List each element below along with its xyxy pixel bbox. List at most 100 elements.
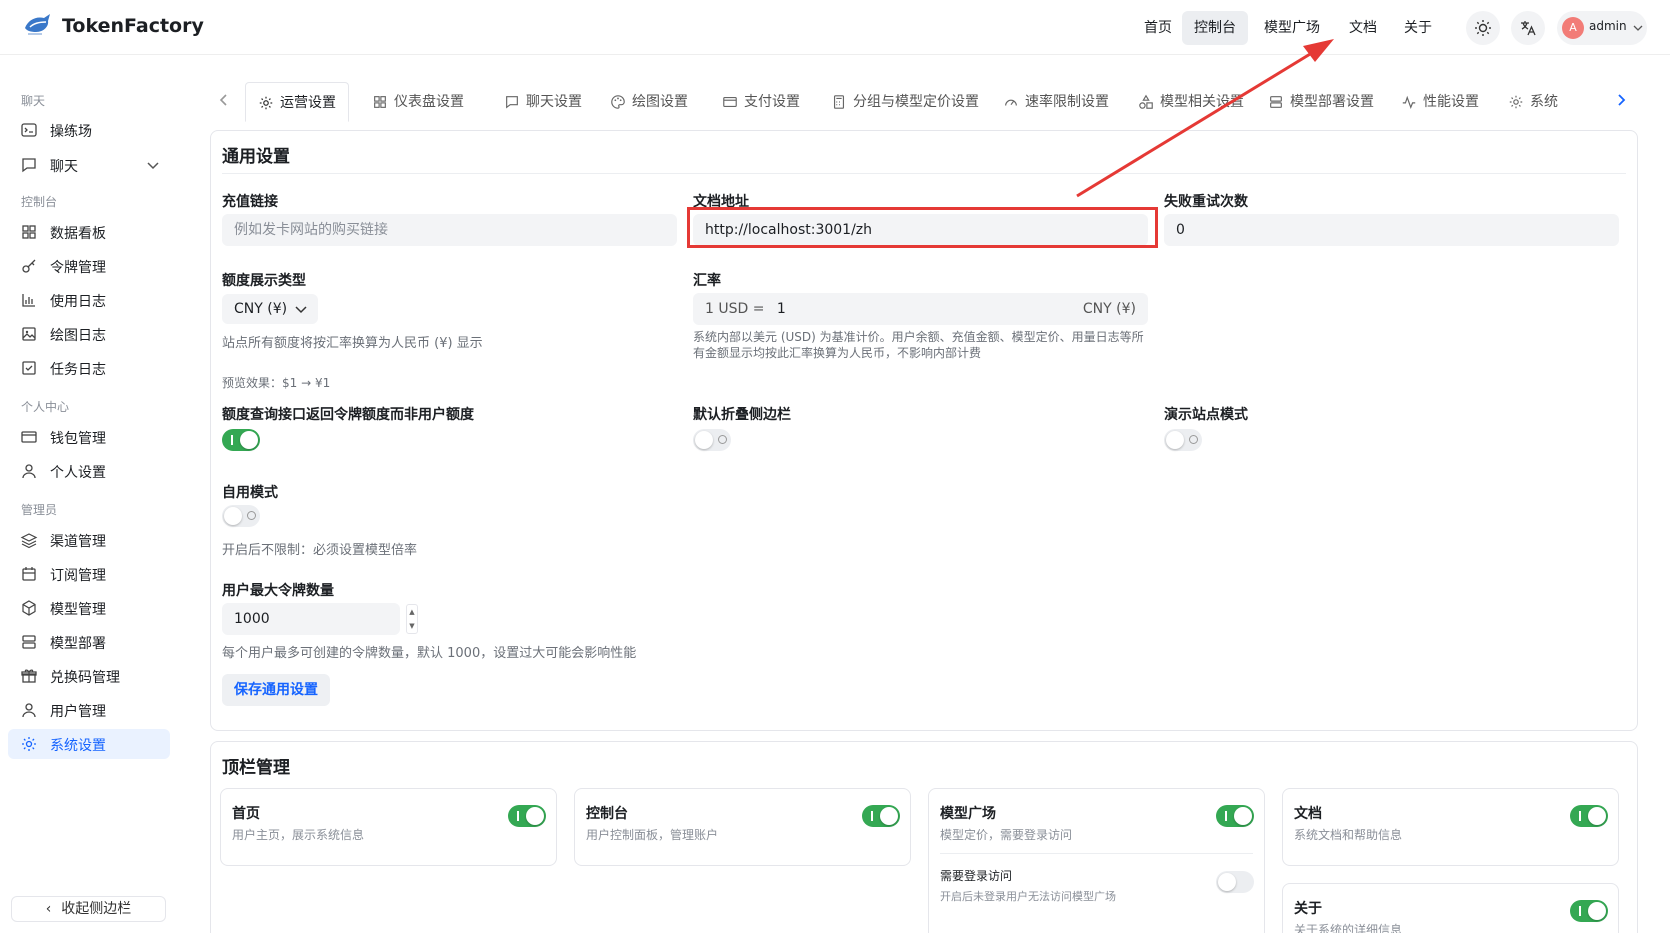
max-tokens-hint: 每个用户最多可创建的令牌数量，默认 1000，设置过大可能会影响性能: [222, 646, 637, 661]
save-general-settings-button[interactable]: 保存通用设置: [222, 674, 330, 706]
tab-operation-settings[interactable]: 运营设置: [245, 82, 349, 122]
collapse-sidebar-switch[interactable]: [693, 429, 731, 451]
module-card-about: 关于 关于系统的详细信息: [1282, 883, 1619, 933]
topnav-console[interactable]: 控制台: [1182, 11, 1248, 45]
tab-model-settings[interactable]: 模型相关设置: [1126, 82, 1244, 122]
sidebar-item-drawing-logs[interactable]: 绘图日志: [8, 319, 170, 349]
sidebar-item-tokens[interactable]: 令牌管理: [8, 251, 170, 281]
module-switch-docs[interactable]: [1570, 805, 1608, 827]
sidebar-item-system-settings[interactable]: 系统设置: [8, 729, 170, 759]
sidebar-item-usage-logs[interactable]: 使用日志: [8, 285, 170, 315]
sidebar-item-task-logs[interactable]: 任务日志: [8, 353, 170, 383]
gauge-icon: [1005, 99, 1017, 106]
module-switch-home[interactable]: [508, 805, 546, 827]
self-use-mode-hint: 开启后不限制：必须设置模型倍率: [222, 543, 418, 558]
settings-tabbar: 运营设置 仪表盘设置 聊天设置 绘图设置 支付设置 分组与模型定价设置 速率限制…: [210, 80, 1640, 124]
tab-chat-settings[interactable]: 聊天设置: [492, 82, 582, 122]
exchange-rate-input[interactable]: 1 USD = 1 CNY (¥): [693, 293, 1148, 325]
tab-scroll-left-icon[interactable]: [218, 90, 230, 110]
collapse-sidebar-button[interactable]: ‹ 收起侧边栏: [11, 896, 166, 922]
sidebar-item-label: 钱包管理: [50, 431, 106, 447]
module-switch-console[interactable]: [862, 805, 900, 827]
user-menu[interactable]: A admin: [1557, 11, 1647, 45]
module-switch-model-plaza[interactable]: [1216, 805, 1254, 827]
tab-label: 支付设置: [744, 94, 800, 110]
sidebar-group-personal: 个人中心: [21, 400, 70, 414]
switch-knob: [224, 507, 242, 525]
module-switch-about[interactable]: [1570, 900, 1608, 922]
language-button[interactable]: [1511, 11, 1545, 45]
tab-dashboard-settings[interactable]: 仪表盘设置: [360, 82, 464, 122]
tab-rate-limit-settings[interactable]: 速率限制设置: [991, 82, 1109, 122]
quota-display-hint: 站点所有额度将按汇率换算为人民币 (¥) 显示: [222, 336, 483, 351]
quota-display-select[interactable]: CNY (¥): [222, 294, 318, 324]
module-desc: 关于系统的详细信息: [1294, 923, 1403, 933]
theme-toggle-button[interactable]: [1466, 11, 1500, 45]
quota-preview: 预览效果：$1 → ¥1: [222, 376, 331, 390]
tab-label: 分组与模型定价设置: [853, 94, 979, 110]
sidebar-item-label: 聊天: [50, 159, 78, 175]
sidebar-item-label: 使用日志: [50, 294, 106, 310]
sidebar-item-label: 订阅管理: [50, 568, 106, 584]
sidebar-item-wallet[interactable]: 钱包管理: [8, 422, 170, 452]
switch-tick: [871, 811, 873, 821]
shapes-icon: [1139, 94, 1153, 109]
topnav-about[interactable]: 关于: [1392, 11, 1444, 45]
sidebar-item-label: 兑换码管理: [50, 670, 120, 686]
sidebar-item-model-deploy[interactable]: 模型部署: [8, 627, 170, 657]
sidebar-item-models[interactable]: 模型管理: [8, 593, 170, 623]
playground-icon: [21, 123, 37, 137]
self-use-mode-label: 自用模式: [222, 485, 278, 501]
switch-knob: [1588, 807, 1606, 825]
sidebar-item-subscriptions[interactable]: 订阅管理: [8, 559, 170, 589]
card-icon: [723, 96, 737, 108]
sidebar-item-redeem-codes[interactable]: 兑换码管理: [8, 661, 170, 691]
tab-group-pricing-settings[interactable]: 分组与模型定价设置: [819, 82, 979, 122]
chevron-down-icon: [295, 306, 307, 314]
logo-icon: [25, 14, 50, 35]
sidebar-item-label: 数据看板: [50, 226, 106, 242]
sidebar-item-channels[interactable]: 渠道管理: [8, 525, 170, 555]
chat-icon: [506, 96, 518, 109]
card-title: 顶栏管理: [222, 758, 290, 778]
sidebar-item-dashboard[interactable]: 数据看板: [8, 217, 170, 247]
app-brand[interactable]: TokenFactory: [62, 15, 204, 37]
self-use-mode-switch[interactable]: [222, 505, 260, 527]
sidebar-item-label: 模型部署: [50, 636, 106, 652]
tab-performance-settings[interactable]: 性能设置: [1389, 82, 1479, 122]
user-icon: [22, 703, 36, 718]
switch-knob: [1234, 807, 1252, 825]
tab-payment-settings[interactable]: 支付设置: [710, 82, 800, 122]
sidebar-item-playground[interactable]: 操练场: [8, 115, 170, 145]
grid-icon: [374, 96, 386, 108]
max-tokens-stepper[interactable]: ▲ ▼: [406, 604, 418, 634]
tab-drawing-settings[interactable]: 绘图设置: [598, 82, 688, 122]
sidebar-item-label: 模型管理: [50, 602, 106, 618]
divider: [222, 173, 1626, 174]
recharge-link-input[interactable]: 例如发卡网站的购买链接: [222, 214, 677, 246]
sidebar-item-chat[interactable]: 聊天: [8, 150, 170, 180]
topnav-home[interactable]: 首页: [1132, 11, 1184, 45]
top-header: TokenFactory 首页 控制台 模型广场 文档 关于 A admin: [0, 0, 1670, 55]
sidebar-item-label: 操练场: [50, 124, 92, 140]
switch-knob: [1166, 431, 1184, 449]
topnav-docs[interactable]: 文档: [1337, 11, 1389, 45]
require-login-switch[interactable]: [1216, 871, 1254, 893]
module-desc: 系统文档和帮助信息: [1294, 828, 1403, 842]
max-tokens-input[interactable]: 1000: [222, 603, 400, 635]
sidebar-item-users[interactable]: 用户管理: [8, 695, 170, 725]
retry-count-input[interactable]: 0: [1164, 214, 1619, 246]
topnav-model-plaza[interactable]: 模型广场: [1252, 11, 1332, 45]
tab-label: 系统: [1530, 94, 1558, 110]
topbar-management-card: 顶栏管理 首页 用户主页，展示系统信息 控制台 用户控制面板，管理账户 模型广场…: [210, 741, 1638, 933]
tab-model-deploy-settings[interactable]: 模型部署设置: [1256, 82, 1374, 122]
tab-scroll-right-icon[interactable]: [1615, 90, 1627, 110]
token-quota-switch[interactable]: [222, 429, 260, 451]
demo-mode-switch[interactable]: [1164, 429, 1202, 451]
tab-system-settings[interactable]: 系统: [1496, 82, 1576, 122]
sidebar-item-label: 系统设置: [50, 738, 106, 754]
switch-knob: [695, 431, 713, 449]
module-card-docs: 文档 系统文档和帮助信息: [1282, 788, 1619, 866]
sub-option-title: 需要登录访问: [940, 869, 1013, 883]
sidebar-item-personal-settings[interactable]: 个人设置: [8, 456, 170, 486]
